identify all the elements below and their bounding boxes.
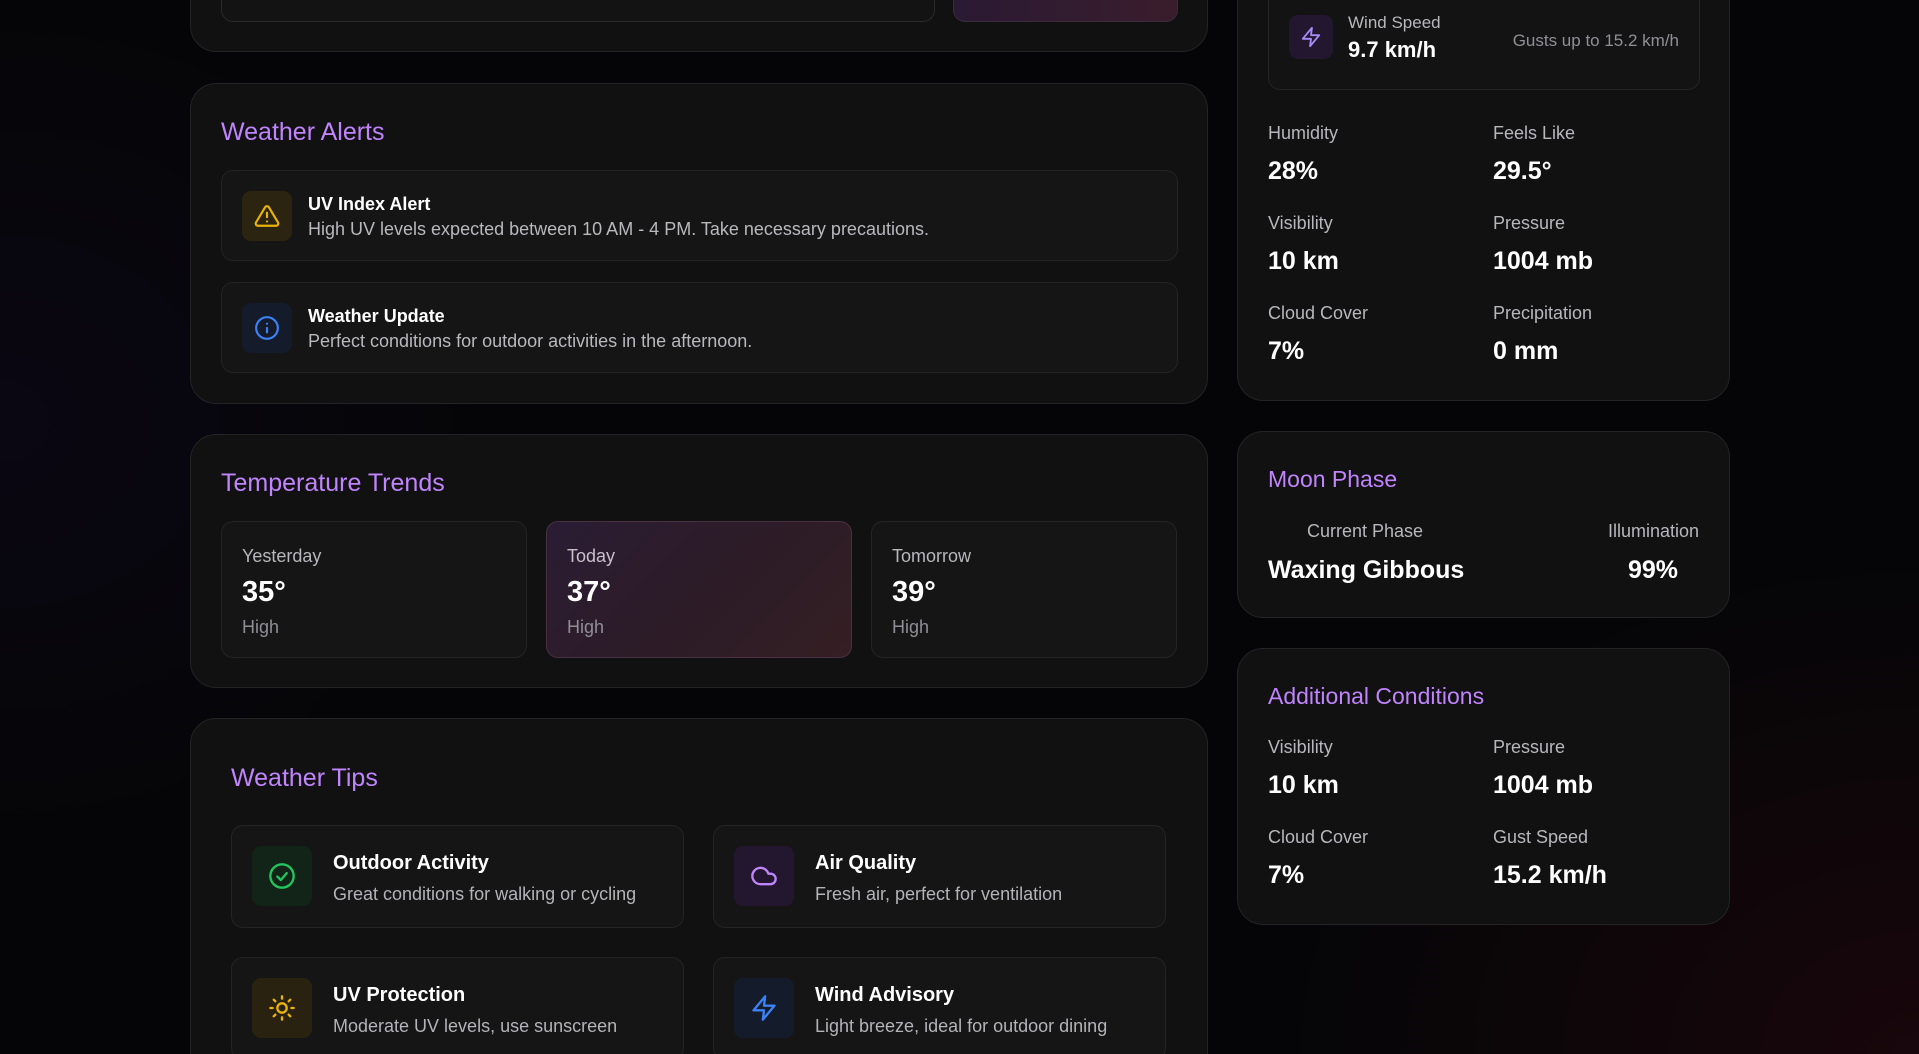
- tip-icon-box: [734, 978, 794, 1038]
- tip-title: Wind Advisory: [815, 984, 955, 1006]
- tip-text: Light breeze, ideal for outdoor dining: [815, 1016, 1108, 1036]
- stat-label: Cloud Cover: [1268, 303, 1369, 323]
- moon-phase-value: Waxing Gibbous: [1268, 556, 1465, 584]
- tip-text: Moderate UV levels, use sunscreen: [333, 1016, 618, 1036]
- lightning-icon: [752, 995, 776, 1021]
- alert-text: High UV levels expected between 10 AM - …: [308, 219, 929, 239]
- weather-alerts-card: Weather Alerts UV Index Alert High UV le…: [190, 83, 1208, 404]
- tip-item[interactable]: Air Quality Fresh air, perfect for venti…: [713, 825, 1166, 928]
- info-icon-box: [242, 303, 292, 353]
- tip-title: Outdoor Activity: [333, 852, 489, 874]
- stat-value: 29.5°: [1493, 157, 1552, 185]
- moon-phase-label: Current Phase: [1307, 521, 1424, 541]
- trend-card-today[interactable]: Today 37° High: [546, 521, 852, 658]
- stat-label: Humidity: [1268, 123, 1339, 143]
- temperature-trends-card: Temperature Trends Yesterday 35° High To…: [190, 434, 1208, 688]
- trend-card-tomorrow[interactable]: Tomorrow 39° High: [871, 521, 1177, 658]
- stat-label: Pressure: [1493, 213, 1566, 233]
- wind-gusts-text: Gusts up to 15.2 km/h: [1512, 31, 1679, 50]
- lightning-icon: [1301, 26, 1321, 48]
- trend-temp: 35°: [242, 576, 286, 608]
- cloud-icon: [751, 866, 777, 886]
- stat-value: 10 km: [1268, 771, 1339, 799]
- alert-item[interactable]: Weather Update Perfect conditions for ou…: [221, 282, 1178, 373]
- trend-day: Today: [567, 546, 616, 566]
- location-button[interactable]: [953, 0, 1178, 22]
- sun-icon: [269, 995, 295, 1021]
- illumination-value: 99%: [1627, 556, 1678, 584]
- stat-value: 10 km: [1268, 247, 1339, 275]
- tip-icon-box: [734, 846, 794, 906]
- alert-title: Weather Update: [308, 306, 445, 326]
- tip-item[interactable]: Outdoor Activity Great conditions for wa…: [231, 825, 684, 928]
- stat-label: Visibility: [1268, 737, 1333, 757]
- stat-value: 0 mm: [1493, 337, 1559, 365]
- tip-item[interactable]: UV Protection Moderate UV levels, use su…: [231, 957, 684, 1054]
- info-circle-icon: [255, 316, 279, 340]
- stat-label: Cloud Cover: [1268, 827, 1369, 847]
- tip-text: Great conditions for walking or cycling: [333, 884, 637, 904]
- trend-sub: High: [892, 617, 930, 637]
- stat-value: 1004 mb: [1493, 247, 1594, 275]
- trend-temp: 39°: [892, 576, 936, 608]
- section-title: Moon Phase: [1268, 466, 1398, 492]
- wind-icon-box: [1289, 15, 1333, 59]
- trend-day: Tomorrow: [892, 546, 972, 566]
- trend-sub: High: [242, 617, 280, 637]
- trend-temp: 37°: [567, 576, 611, 608]
- stat-label: Precipitation: [1493, 303, 1593, 323]
- additional-conditions-card: Additional Conditions Visibility 10 km P…: [1237, 648, 1730, 925]
- stat-value: 28%: [1268, 157, 1319, 185]
- current-conditions-card: Wind Speed 9.7 km/h Gusts up to 15.2 km/…: [1237, 0, 1730, 401]
- moon-phase-card: Moon Phase Current Phase Waxing Gibbous …: [1237, 431, 1730, 618]
- tip-item[interactable]: Wind Advisory Light breeze, ideal for ou…: [713, 957, 1166, 1054]
- trend-day: Yesterday: [242, 546, 322, 566]
- section-title: Weather Tips: [231, 764, 378, 792]
- trend-card-yesterday[interactable]: Yesterday 35° High: [221, 521, 527, 658]
- tip-title: Air Quality: [815, 852, 917, 874]
- stat-value: 7%: [1268, 861, 1305, 889]
- wind-speed-label: Wind Speed: [1348, 13, 1441, 32]
- stat-label: Gust Speed: [1493, 827, 1589, 847]
- check-circle-icon: [269, 863, 295, 889]
- stat-label: Visibility: [1268, 213, 1333, 233]
- wind-speed-value: 9.7 km/h: [1348, 37, 1437, 62]
- weather-tips-card: Weather Tips Outdoor Activity Great cond…: [190, 718, 1208, 1054]
- tip-icon-box: [252, 978, 312, 1038]
- stat-value: 15.2 km/h: [1493, 861, 1607, 889]
- stat-label: Pressure: [1493, 737, 1566, 757]
- wind-speed-box: Wind Speed 9.7 km/h Gusts up to 15.2 km/…: [1268, 0, 1700, 90]
- tip-text: Fresh air, perfect for ventilation: [815, 884, 1063, 904]
- warning-icon-box: [242, 191, 292, 241]
- tip-title: UV Protection: [333, 984, 466, 1006]
- alert-text: Perfect conditions for outdoor activitie…: [308, 331, 753, 351]
- section-title: Weather Alerts: [221, 118, 385, 146]
- alert-item[interactable]: UV Index Alert High UV levels expected b…: [221, 170, 1178, 261]
- section-title: Temperature Trends: [221, 469, 445, 497]
- warning-triangle-icon: [254, 205, 280, 227]
- stat-value: 1004 mb: [1493, 771, 1594, 799]
- alert-title: UV Index Alert: [308, 194, 431, 214]
- stat-label: Feels Like: [1493, 123, 1576, 143]
- illumination-label: Illumination: [1607, 521, 1699, 541]
- search-card: [190, 0, 1208, 52]
- search-input[interactable]: [221, 0, 935, 22]
- section-title: Additional Conditions: [1268, 683, 1485, 709]
- stat-value: 7%: [1268, 337, 1305, 365]
- tip-icon-box: [252, 846, 312, 906]
- trend-sub: High: [567, 617, 605, 637]
